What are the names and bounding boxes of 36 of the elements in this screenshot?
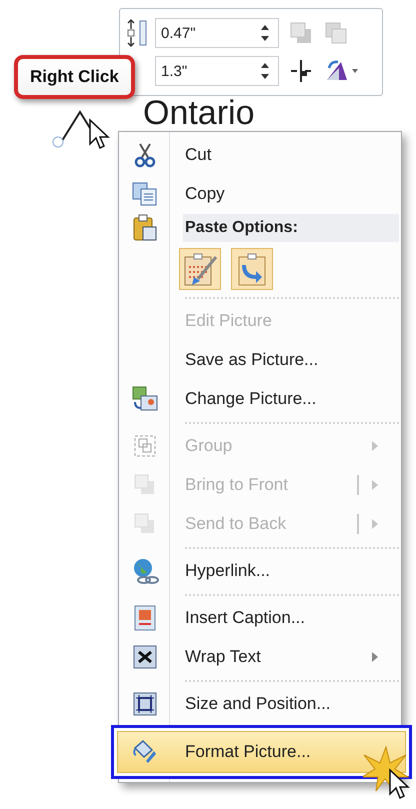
click-burst-icon [363,746,409,792]
document-text: Ontario [143,96,254,130]
size-field[interactable]: 0.47" [155,18,279,48]
paste-picture-button[interactable] [231,248,273,290]
paste-keep-formatting-button[interactable] [179,248,221,290]
section-header: Paste Options: [183,214,399,242]
menu-item[interactable]: Wrap Text [121,637,399,676]
clipboard-brush-icon [182,251,218,287]
scissors-icon [134,142,156,168]
globe-link-icon [131,556,159,584]
align-icon[interactable] [288,58,314,84]
submenu-arrow-icon [371,478,379,490]
menu-item[interactable]: Cut [121,135,399,174]
group-icon [132,432,158,458]
submenu-arrow-icon [371,650,379,662]
submenu-arrow-icon [371,440,379,452]
menu-item[interactable]: Format Picture... [111,725,412,779]
caption-icon [133,604,157,630]
submenu-arrow-icon [371,518,379,530]
paint-bucket-icon [132,739,158,765]
menu-item[interactable]: Save as Picture... [121,340,399,379]
cursor-icon [88,118,110,150]
menu-item[interactable]: Change Picture... [121,379,399,418]
menu-item[interactable]: Insert Caption... [121,598,399,637]
resize-icon [133,692,157,716]
size-field[interactable]: 1.3" [155,56,279,86]
menu-item[interactable]: Copy [121,174,399,213]
menu-item[interactable]: Hyperlink... [121,551,399,590]
menu-item[interactable]: Size and Position... [121,684,399,723]
copy-icon [132,182,158,206]
stacked-squares-icon [133,472,157,496]
change-picture-icon [132,386,158,412]
callout-text: Right Click [30,67,119,86]
stacked-squares-icon [133,512,157,536]
wrap-icon [133,644,157,668]
clipboard-icon [132,214,158,242]
